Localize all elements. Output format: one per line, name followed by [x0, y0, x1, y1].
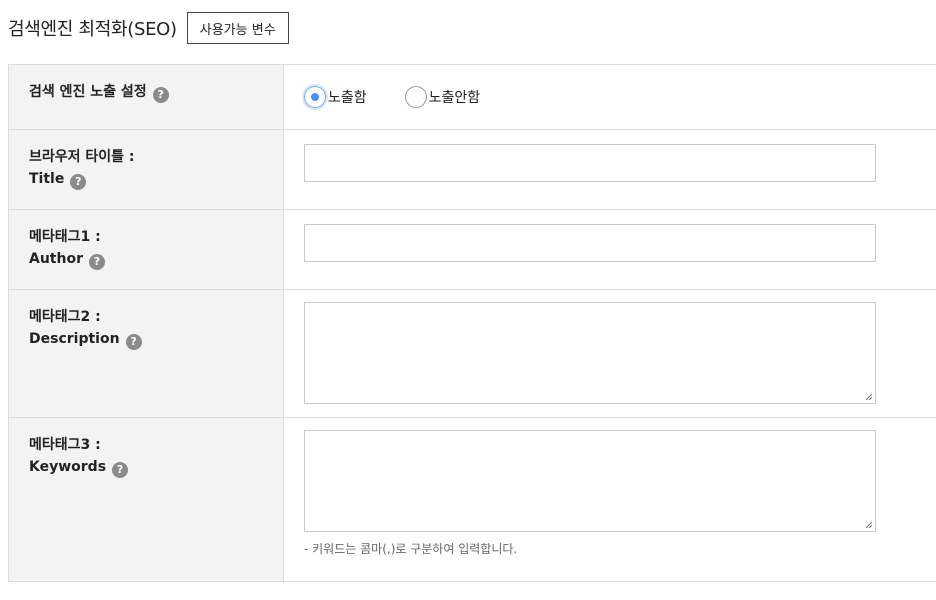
visibility-label: 검색 엔진 노출 설정 [29, 84, 147, 100]
author-row: 메타태그1 : Author? [8, 209, 936, 290]
help-icon[interactable]: ? [112, 462, 129, 478]
description-row: 메타태그2 : Description? [8, 289, 936, 418]
visibility-label-cell: 검색 엔진 노출 설정? [8, 64, 284, 130]
keywords-label-line2: Keywords [29, 459, 107, 475]
title-input[interactable] [304, 144, 876, 182]
title-row: 브라우저 타이틀 : Title? [8, 129, 936, 210]
radio-show[interactable]: 노출함 [304, 86, 367, 108]
author-label-cell: 메타태그1 : Author? [8, 209, 284, 290]
radio-unchecked-icon[interactable] [404, 86, 427, 108]
description-textarea[interactable] [304, 302, 876, 404]
visibility-field-cell: 노출함 노출안함 [283, 64, 936, 130]
section-header: 검색엔진 최적화(SEO) 사용가능 변수 [8, 10, 289, 46]
title-field-cell [283, 129, 936, 210]
radio-hide[interactable]: 노출안함 [404, 86, 481, 108]
help-icon[interactable]: ? [70, 174, 87, 190]
author-input[interactable] [304, 224, 876, 262]
radio-checked-icon[interactable] [304, 86, 326, 108]
help-icon[interactable]: ? [125, 334, 142, 350]
description-label-line2: Description [29, 331, 120, 347]
title-label-line2: Title [29, 171, 65, 187]
keywords-hint: - 키워드는 콤마(,)로 구분하여 입력합니다. [304, 542, 518, 556]
description-field-cell [283, 289, 936, 418]
title-label-cell: 브라우저 타이틀 : Title? [8, 129, 284, 210]
title-label-line1: 브라우저 타이틀 : [29, 149, 135, 165]
section-title: 검색엔진 최적화(SEO) [8, 19, 177, 40]
radio-show-label: 노출함 [328, 90, 367, 106]
author-label-line2: Author [29, 251, 83, 267]
description-label-line1: 메타태그2 : [29, 309, 101, 325]
visibility-radio-group: 노출함 노출안함 [304, 65, 936, 129]
author-label-line1: 메타태그1 : [29, 229, 101, 245]
help-icon[interactable]: ? [152, 87, 169, 103]
seo-form-table: 검색 엔진 노출 설정? 노출함 노출안함 브라우저 타이틀 : Title? [8, 64, 936, 582]
keywords-row: 메타태그3 : Keywords? - 키워드는 콤마(,)로 구분하여 입력합… [8, 417, 936, 582]
resize-grip-icon[interactable] [865, 393, 873, 401]
author-field-cell [283, 209, 936, 290]
keywords-field-cell: - 키워드는 콤마(,)로 구분하여 입력합니다. [283, 417, 936, 582]
description-label-cell: 메타태그2 : Description? [8, 289, 284, 418]
keywords-label-line1: 메타태그3 : [29, 437, 101, 453]
resize-grip-icon[interactable] [865, 521, 873, 529]
available-variables-button[interactable]: 사용가능 변수 [186, 12, 289, 44]
keywords-textarea[interactable] [304, 430, 876, 532]
help-icon[interactable]: ? [88, 254, 105, 270]
visibility-row: 검색 엔진 노출 설정? 노출함 노출안함 [8, 64, 936, 130]
keywords-label-cell: 메타태그3 : Keywords? [8, 417, 284, 582]
radio-hide-label: 노출안함 [428, 90, 481, 106]
